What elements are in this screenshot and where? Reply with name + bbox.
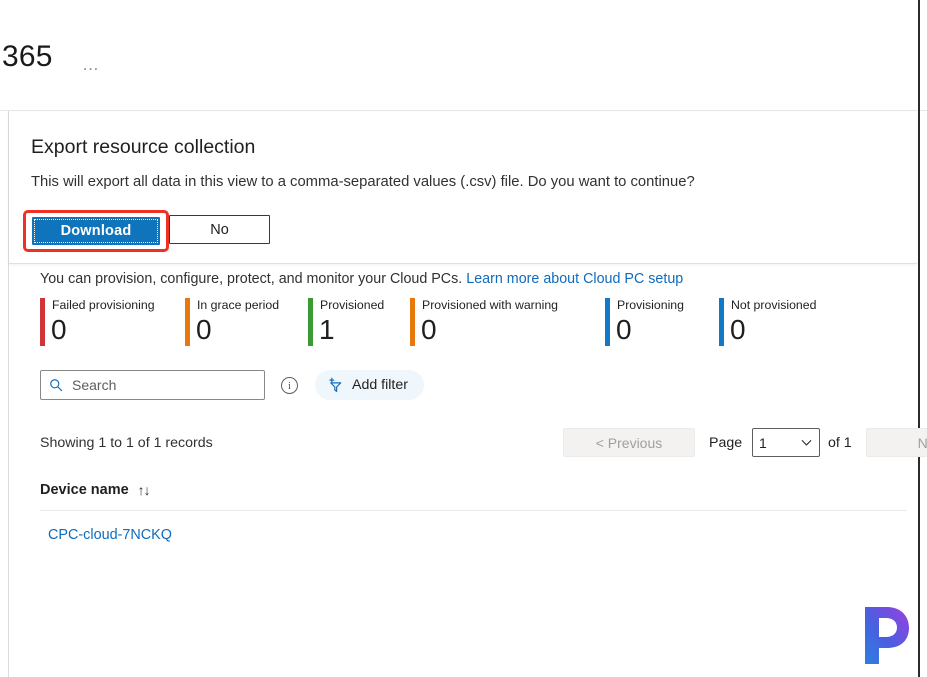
- status-tile-row: Failed provisioning 0 In grace period 0 Prov…: [40, 298, 900, 354]
- status-tile-value: 0: [51, 314, 67, 345]
- status-tile-value: 0: [421, 314, 437, 345]
- info-icon[interactable]: i: [281, 377, 298, 394]
- app-header: 365 …: [0, 0, 927, 111]
- dialog-title: Export resource collection: [31, 136, 256, 158]
- status-tile-label: Provisioned with warning: [422, 298, 559, 312]
- status-tile-label: Provisioning: [617, 298, 684, 312]
- cloud-pc-intro-text: You can provision, configure, protect, a…: [40, 271, 683, 287]
- page-label: Page: [709, 435, 743, 451]
- learn-more-link[interactable]: Learn more about Cloud PC setup: [466, 271, 683, 287]
- screenshot-root: 365 … Export resource collection This wi…: [0, 0, 927, 677]
- chevron-down-icon: [800, 436, 813, 449]
- dialog-description: This will export all data in this view t…: [31, 174, 695, 190]
- status-tile-label: Provisioned: [320, 298, 385, 312]
- records-count-text: Showing 1 to 1 of 1 records: [40, 435, 213, 451]
- previous-page-button[interactable]: < Previous: [563, 428, 695, 457]
- status-tile-color-bar: [719, 298, 724, 346]
- status-tile-color-bar: [185, 298, 190, 346]
- no-button[interactable]: No: [169, 215, 270, 244]
- status-tile-label: In grace period: [197, 298, 280, 312]
- page-total-label: of 1: [828, 435, 852, 451]
- status-tile-color-bar: [40, 298, 45, 346]
- status-tile-value: 0: [730, 314, 746, 345]
- status-tile-value: 0: [196, 314, 212, 345]
- status-tile-color-bar: [605, 298, 610, 346]
- search-box[interactable]: [40, 370, 265, 400]
- window-right-edge: [918, 0, 920, 677]
- status-tile-color-bar: [410, 298, 415, 346]
- status-tile-value: 1: [319, 314, 335, 345]
- table-header-divider: [40, 510, 907, 511]
- intro-sentence: You can provision, configure, protect, a…: [40, 271, 463, 287]
- header-divider: [0, 110, 927, 111]
- download-button-highlight-group: Download: [23, 210, 169, 252]
- status-tile-color-bar: [308, 298, 313, 346]
- search-icon: [49, 378, 63, 392]
- status-tile-value: 0: [616, 314, 632, 345]
- brand-text: 365: [2, 40, 53, 73]
- table-column-header-device-name[interactable]: Device name ↑↓: [40, 482, 151, 498]
- sort-arrows-icon[interactable]: ↑↓: [138, 482, 151, 498]
- add-filter-funnel-icon: [327, 377, 344, 394]
- download-button[interactable]: Download: [32, 217, 160, 245]
- status-tile-label: Failed provisioning: [52, 298, 155, 312]
- column-header-label: Device name: [40, 482, 129, 498]
- header-overflow-icon[interactable]: …: [82, 56, 101, 73]
- add-filter-button[interactable]: Add filter: [315, 370, 424, 400]
- prajwal-logo: [855, 602, 915, 668]
- status-tile-label: Not provisioned: [731, 298, 817, 312]
- table-row-device-name-link[interactable]: CPC-cloud-7NCKQ: [48, 527, 172, 543]
- page-number-value: 1: [759, 434, 767, 451]
- add-filter-label: Add filter: [352, 377, 408, 393]
- page-number-dropdown[interactable]: 1: [752, 428, 820, 457]
- search-input[interactable]: [70, 376, 256, 394]
- next-page-button[interactable]: Next: [866, 428, 927, 457]
